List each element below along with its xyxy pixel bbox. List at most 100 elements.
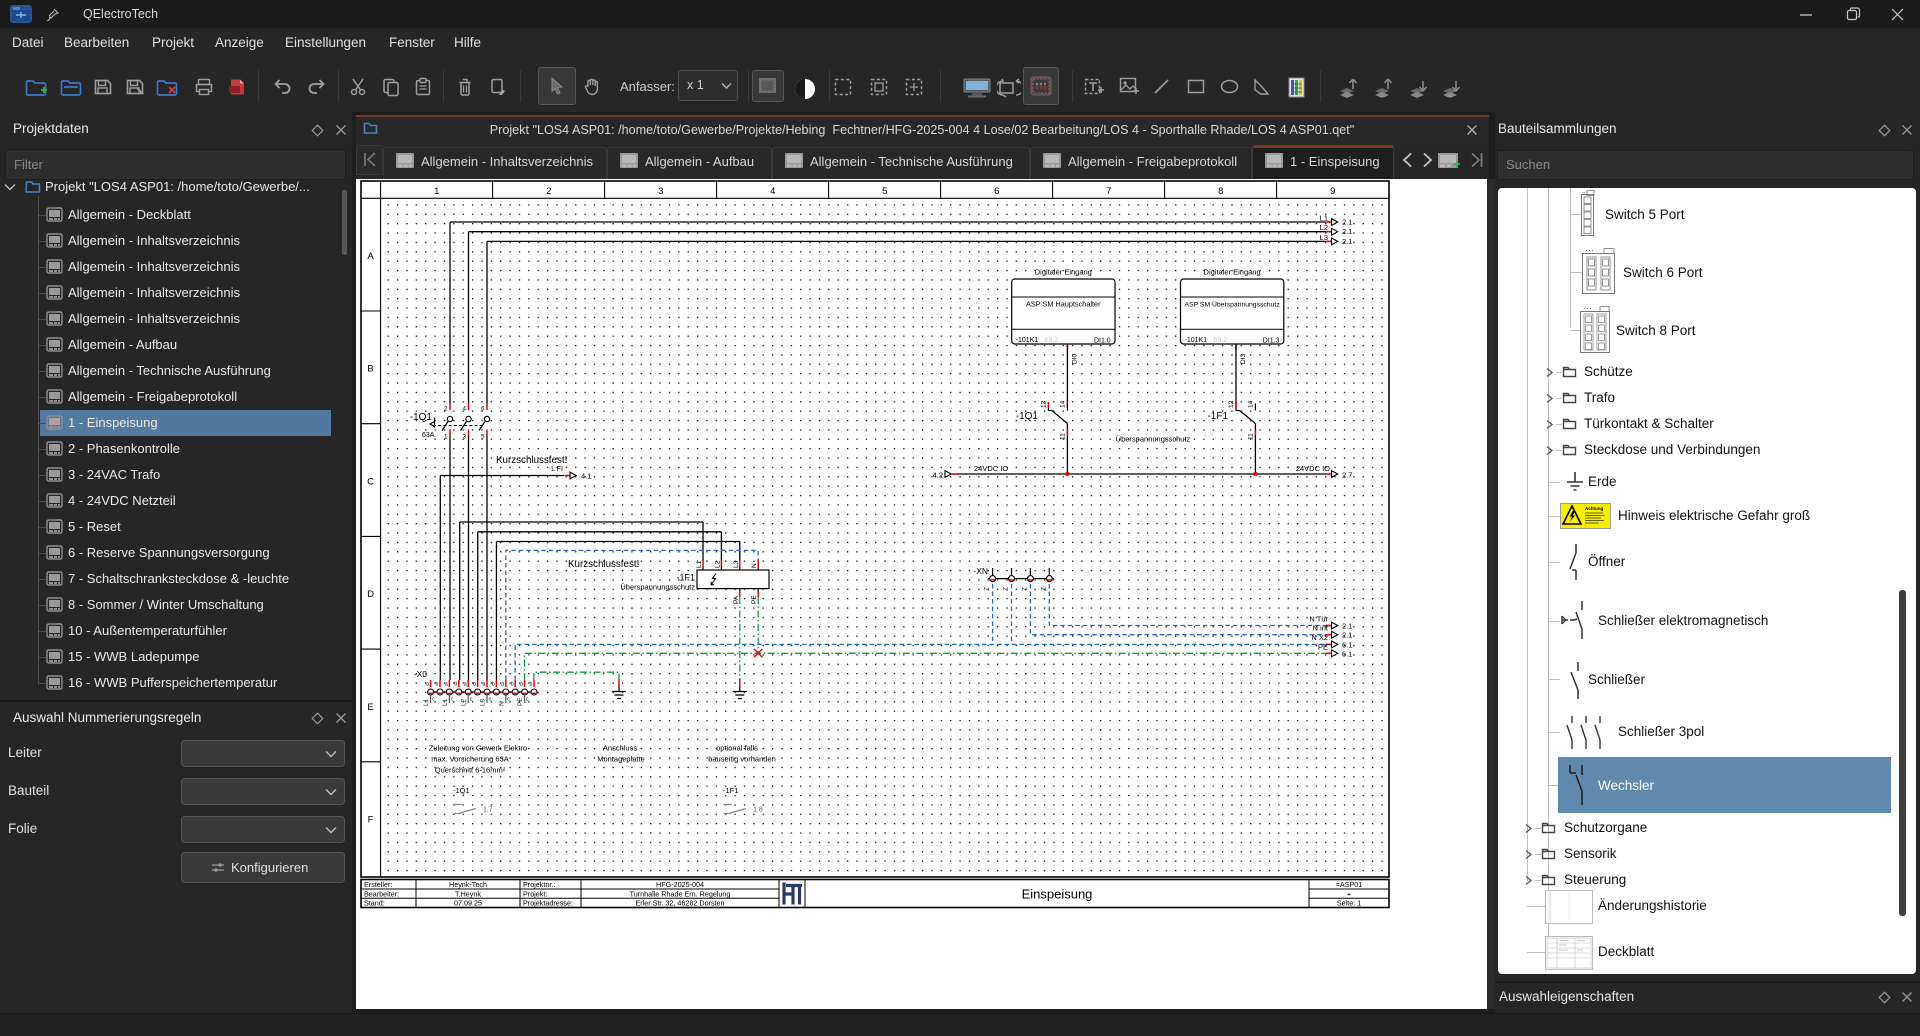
svg-text:L1: L1 — [696, 560, 703, 568]
svg-text:2.1: 2.1 — [1342, 622, 1352, 631]
svg-text:Z: Z — [984, 587, 991, 591]
svg-text:a: a — [483, 682, 486, 688]
svg-text:c: c — [489, 697, 492, 703]
svg-text:Projektadresse:: Projektadresse: — [523, 899, 573, 908]
svg-text:L1: L1 — [442, 698, 449, 706]
svg-text:-1Q1: -1Q1 — [1016, 411, 1039, 422]
svg-text:-X0: -X0 — [414, 669, 428, 679]
svg-text:optional falls: optional falls — [716, 744, 758, 753]
svg-text:7: 7 — [1106, 186, 1111, 197]
svg-text:b: b — [473, 682, 476, 688]
svg-text:4: 4 — [770, 186, 775, 197]
svg-text:1.4: 1.4 — [1203, 429, 1213, 438]
svg-text:ASP SM Überspannungsschutz: ASP SM Überspannungsschutz — [1185, 301, 1281, 309]
svg-text:3: 3 — [658, 186, 663, 197]
svg-text:4.2: 4.2 — [933, 471, 943, 480]
svg-text:Projektnr.:: Projektnr.: — [523, 880, 555, 889]
svg-text:Zuleitung von Gewerk Elektro: Zuleitung von Gewerk Elektro — [429, 744, 527, 753]
svg-text:L2: L2 — [1320, 223, 1328, 232]
svg-text:Kurzschlussfest!: Kurzschlussfest! — [568, 559, 639, 570]
svg-text:69.2: 69.2 — [1045, 337, 1059, 344]
svg-text:D: D — [367, 589, 374, 600]
svg-text:c: c — [470, 697, 473, 703]
svg-text:=ASP01: =ASP01 — [1336, 880, 1363, 889]
svg-text:b: b — [511, 682, 514, 688]
svg-text:DI0: DI0 — [1071, 354, 1078, 365]
svg-text:HFG-2025-004: HFG-2025-004 — [656, 880, 704, 889]
svg-text:-1Q1: -1Q1 — [410, 412, 433, 423]
svg-text:2.1: 2.1 — [1342, 237, 1352, 246]
svg-text:07.09.25: 07.09.25 — [454, 899, 482, 908]
svg-text:b: b — [454, 682, 457, 688]
svg-text:Überspannungsschutz: Überspannungsschutz — [620, 583, 695, 592]
svg-text:A: A — [367, 251, 374, 262]
svg-text:2.1: 2.1 — [1342, 227, 1352, 236]
svg-text:1: 1 — [434, 186, 439, 197]
svg-text:C: C — [367, 476, 374, 487]
svg-text:L3: L3 — [480, 698, 487, 706]
svg-text:11: 11 — [1247, 433, 1254, 440]
svg-text:Querschnitt 6-16mm²: Querschnitt 6-16mm² — [435, 766, 506, 775]
svg-text:Montageplatte: Montageplatte — [597, 755, 645, 764]
svg-text:PA: PA — [733, 595, 740, 604]
svg-text:1.7: 1.7 — [483, 807, 493, 814]
svg-text:N: N — [751, 563, 758, 568]
svg-text:Projekt:: Projekt: — [523, 889, 547, 898]
svg-text:69.2: 69.2 — [1214, 337, 1228, 344]
svg-text:6.1: 6.1 — [1342, 649, 1352, 658]
svg-text:6: 6 — [994, 186, 999, 197]
svg-text:Erler Str. 32, 46282 Dorsten: Erler Str. 32, 46282 Dorsten — [635, 899, 724, 908]
svg-text:Anschluss: Anschluss — [603, 744, 637, 753]
svg-text:Ersteller:: Ersteller: — [364, 880, 392, 889]
svg-text:Digitaler Eingang: Digitaler Eingang — [1035, 268, 1092, 277]
svg-text:a: a — [445, 682, 448, 688]
svg-text:14: 14 — [1059, 400, 1066, 408]
svg-text:Stand:: Stand: — [364, 899, 385, 908]
svg-text:9: 9 — [1330, 186, 1335, 197]
svg-text:c: c — [451, 697, 454, 703]
svg-text:4.1: 4.1 — [581, 472, 591, 481]
svg-text:14: 14 — [1247, 400, 1254, 408]
svg-text:a: a — [520, 682, 523, 688]
svg-text:PE: PE — [751, 595, 758, 604]
svg-text:L1: L1 — [1320, 214, 1328, 223]
svg-text:24VDC IO: 24VDC IO — [974, 464, 1008, 473]
svg-text:T.Heynk: T.Heynk — [455, 889, 481, 898]
svg-text:-1F1: -1F1 — [1207, 411, 1228, 422]
svg-text:c: c — [507, 697, 510, 703]
svg-text:a: a — [501, 682, 504, 688]
svg-text:DI1.3: DI1.3 — [1263, 338, 1280, 345]
svg-text:2.1: 2.1 — [1342, 218, 1352, 227]
svg-text:63A: 63A — [422, 432, 435, 439]
svg-text:N Tür: N Tür — [1309, 615, 1328, 624]
svg-text:5: 5 — [882, 186, 887, 197]
svg-text:Einspeisung: Einspeisung — [1022, 887, 1093, 902]
svg-text:Bearbeiter:: Bearbeiter: — [364, 889, 399, 898]
svg-text:c: c — [432, 697, 435, 703]
svg-text:Z: Z — [1040, 587, 1047, 591]
svg-text:a: a — [464, 682, 467, 688]
svg-text:Turnhalle Rhade Ern. Regelung: Turnhalle Rhade Ern. Regelung — [630, 889, 731, 898]
svg-text:L3: L3 — [1320, 233, 1328, 242]
svg-text:Heynk-Tech: Heynk-Tech — [449, 880, 487, 889]
svg-text:N: N — [498, 701, 505, 706]
svg-text:L3: L3 — [733, 560, 740, 568]
svg-text:N int: N int — [1313, 624, 1329, 633]
svg-text:max. Vorsicherung 63A: max. Vorsicherung 63A — [431, 755, 509, 764]
svg-text:12: 12 — [1040, 400, 1047, 408]
svg-text:L1: L1 — [423, 698, 430, 706]
svg-text:1.8: 1.8 — [753, 807, 763, 814]
svg-text:B: B — [367, 364, 373, 375]
svg-text:Kurzschlussfest!: Kurzschlussfest! — [496, 455, 567, 466]
svg-text:-101K1: -101K1 — [1185, 337, 1208, 344]
svg-text:c: c — [526, 697, 529, 703]
svg-text:b: b — [492, 682, 495, 688]
svg-text:PE: PE — [517, 697, 524, 706]
svg-text:Digitaler Eingang: Digitaler Eingang — [1204, 268, 1261, 277]
svg-text:8: 8 — [1218, 186, 1223, 197]
svg-text:24VDC IO: 24VDC IO — [1296, 464, 1330, 473]
svg-text:b: b — [530, 682, 533, 688]
svg-text:11: 11 — [1059, 433, 1066, 440]
svg-text:L2: L2 — [714, 560, 721, 568]
svg-text:E: E — [367, 702, 373, 713]
